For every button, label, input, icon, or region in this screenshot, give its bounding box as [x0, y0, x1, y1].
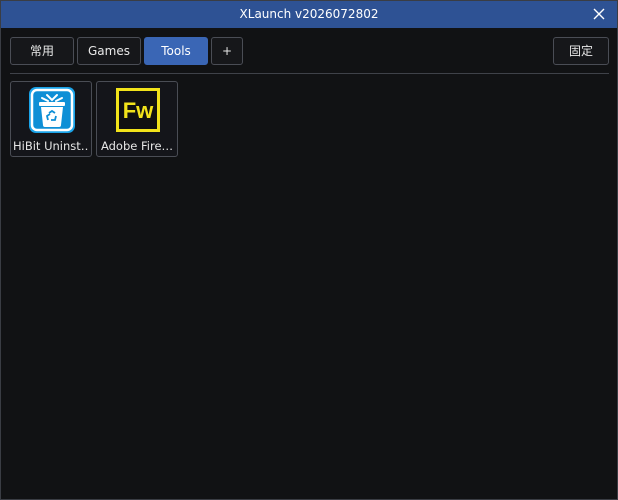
xlaunch-window: XLaunch v2026072802 常用 Games Tools + 固定 … [0, 0, 618, 500]
toolbar-divider [10, 73, 609, 74]
pin-button[interactable]: 固定 [553, 37, 609, 65]
tab-tools[interactable]: Tools [144, 37, 208, 65]
title-bar[interactable]: XLaunch v2026072802 [1, 1, 617, 28]
app-tile-adobe-fireworks[interactable]: Fw Adobe Fire… [96, 81, 178, 157]
fireworks-fw-icon: Fw [116, 88, 160, 132]
tab-games[interactable]: Games [77, 37, 141, 65]
app-label-hibit: HiBit Uninst… [13, 139, 89, 153]
recycle-bin-icon [29, 87, 75, 133]
close-icon [593, 8, 605, 20]
app-tile-hibit-uninstaller[interactable]: HiBit Uninst… [10, 81, 92, 157]
svg-text:Fw: Fw [123, 98, 154, 123]
tab-common[interactable]: 常用 [10, 37, 74, 65]
add-tab-button[interactable]: + [211, 37, 243, 65]
close-button[interactable] [587, 3, 611, 25]
window-title: XLaunch v2026072802 [239, 7, 379, 21]
app-label-fireworks: Adobe Fire… [100, 139, 174, 153]
tab-toolbar: 常用 Games Tools + 固定 [1, 28, 617, 74]
